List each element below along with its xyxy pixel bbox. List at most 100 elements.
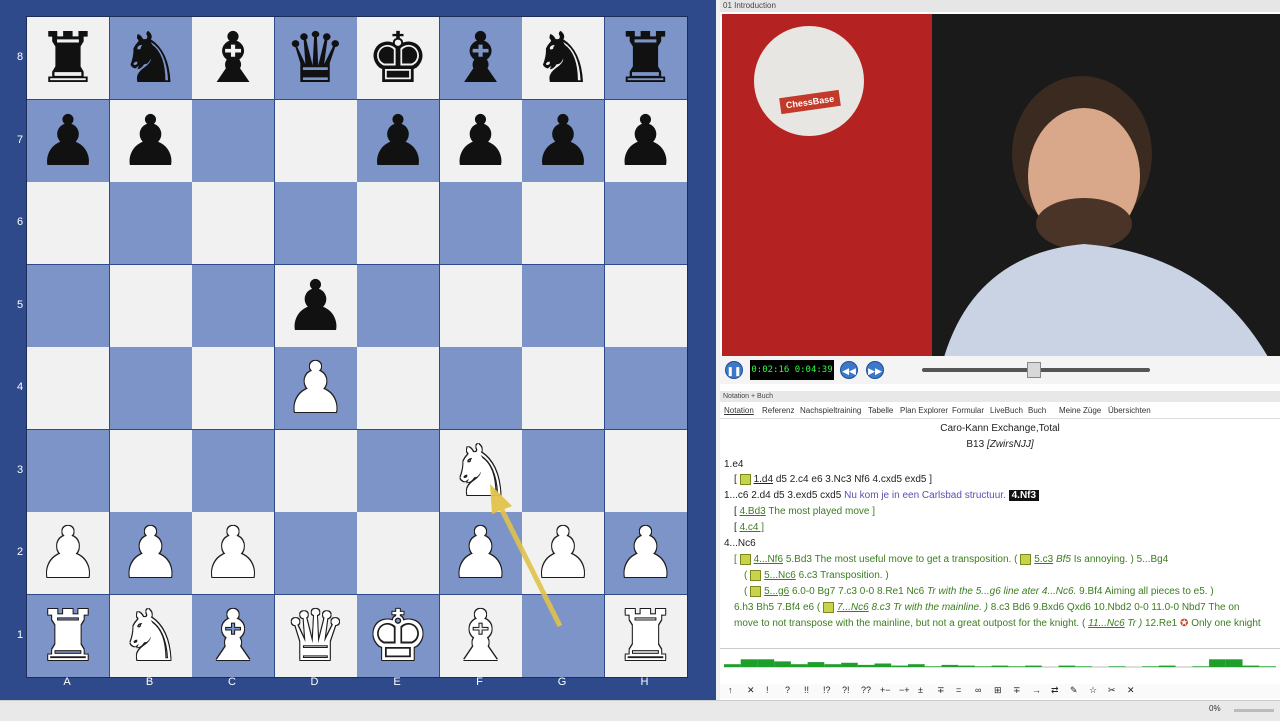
- move-text[interactable]: d5 2.c4 e6 3.Nc3 Nf6 4.cxd5 exd5 ]: [776, 474, 932, 485]
- white-rook-icon[interactable]: ♜: [614, 601, 677, 671]
- square-g4[interactable]: [522, 347, 604, 429]
- square-d3[interactable]: [274, 429, 357, 512]
- annotation-symbol-icon[interactable]: ?!: [842, 685, 850, 695]
- move-text[interactable]: 1.e4: [724, 459, 743, 470]
- annotation-symbol-icon[interactable]: ±: [918, 685, 923, 695]
- move-text[interactable]: 4.c4 ]: [740, 522, 764, 533]
- square-a8[interactable]: ♜: [27, 17, 109, 99]
- square-c2[interactable]: ♟: [192, 512, 274, 594]
- square-h8[interactable]: ♜: [604, 17, 687, 99]
- white-bishop-icon[interactable]: ♝: [202, 601, 265, 671]
- square-h4[interactable]: [604, 347, 687, 429]
- square-f6[interactable]: [439, 182, 522, 264]
- annotation-symbol-icon[interactable]: →: [1032, 685, 1041, 695]
- tab-buch[interactable]: Buch: [1028, 404, 1046, 418]
- black-pawn-icon[interactable]: ♟: [614, 106, 677, 176]
- chess-board[interactable]: ♜ ♞ ♝ ♛ ♚ ♝ ♞ ♜ ♟ ♟ ♟ ♟ ♟ ♟ ♟ ♟ ♞ ♟ ♟ ♟ ♟ ♟ ♟ ♜ ♞ ♝ ♛ ♚ ♝ ♜: [26, 16, 688, 678]
- square-c7[interactable]: [192, 99, 274, 182]
- square-h1[interactable]: ♜: [604, 594, 687, 677]
- black-pawn-icon[interactable]: ♟: [449, 106, 512, 176]
- move-text[interactable]: 1.d4: [754, 474, 773, 485]
- black-pawn-icon[interactable]: ♟: [532, 106, 595, 176]
- white-pawn-icon[interactable]: ♟: [37, 518, 100, 588]
- tab-formular[interactable]: Formular: [952, 404, 984, 418]
- white-pawn-icon[interactable]: ♟: [202, 518, 265, 588]
- square-f8[interactable]: ♝: [439, 17, 522, 99]
- square-b3[interactable]: [109, 429, 192, 512]
- black-rook-icon[interactable]: ♜: [614, 23, 677, 93]
- annotation-symbol-icon[interactable]: ∓: [1013, 685, 1021, 696]
- square-f1[interactable]: ♝: [439, 594, 522, 677]
- square-c1[interactable]: ♝: [192, 594, 274, 677]
- notation-view[interactable]: Caro-Kann Exchange,Total B13 [ZwirsNJJ] …: [720, 420, 1280, 650]
- square-b7[interactable]: ♟: [109, 99, 192, 182]
- square-d1[interactable]: ♛: [274, 594, 357, 677]
- square-a6[interactable]: [27, 182, 109, 264]
- square-e6[interactable]: [357, 182, 439, 264]
- zoom-slider[interactable]: [1234, 709, 1274, 712]
- square-b5[interactable]: [109, 264, 192, 347]
- annotation-symbol-icon[interactable]: ∓: [937, 685, 945, 696]
- square-g7[interactable]: ♟: [522, 99, 604, 182]
- square-g5[interactable]: [522, 264, 604, 347]
- annotation-symbol-icon[interactable]: ☆: [1089, 685, 1097, 696]
- square-g3[interactable]: [522, 429, 604, 512]
- move-text[interactable]: 12.Re1: [1145, 618, 1177, 629]
- white-rook-icon[interactable]: ♜: [37, 601, 100, 671]
- tab-referenz[interactable]: Referenz: [762, 404, 794, 418]
- square-a1[interactable]: ♜: [27, 594, 109, 677]
- square-e4[interactable]: [357, 347, 439, 429]
- forward-button[interactable]: ▶▶: [866, 361, 884, 379]
- move-text[interactable]: 5.Bd3: [786, 554, 812, 565]
- square-d6[interactable]: [274, 182, 357, 264]
- video-seek-thumb[interactable]: [1026, 362, 1041, 378]
- square-d7[interactable]: [274, 99, 357, 182]
- square-e2[interactable]: [357, 512, 439, 594]
- tab-livebuch[interactable]: LiveBuch: [990, 404, 1023, 418]
- white-king-icon[interactable]: ♚: [367, 601, 430, 671]
- black-king-icon[interactable]: ♚: [367, 23, 430, 93]
- pause-button[interactable]: ❚❚: [725, 361, 743, 379]
- move-text[interactable]: 5.c3: [1034, 554, 1053, 565]
- variation-marker-icon[interactable]: [750, 569, 762, 581]
- move-text[interactable]: 9.Bf4: [1079, 586, 1102, 597]
- square-c8[interactable]: ♝: [192, 17, 274, 99]
- annotation-symbol-icon[interactable]: !?: [823, 685, 831, 695]
- annotation-symbol-icon[interactable]: −+: [899, 685, 910, 695]
- square-h7[interactable]: ♟: [604, 99, 687, 182]
- square-d8[interactable]: ♛: [274, 17, 357, 99]
- white-pawn-icon[interactable]: ♟: [119, 518, 182, 588]
- square-a2[interactable]: ♟: [27, 512, 109, 594]
- tab-plan-explorer[interactable]: Plan Explorer: [900, 404, 948, 418]
- annotation-symbol-icon[interactable]: ✎: [1070, 685, 1078, 696]
- square-a7[interactable]: ♟: [27, 99, 109, 182]
- square-e3[interactable]: [357, 429, 439, 512]
- square-h3[interactable]: [604, 429, 687, 512]
- variation-marker-icon[interactable]: [1020, 553, 1032, 565]
- variation-marker-icon[interactable]: [739, 553, 751, 565]
- square-f3[interactable]: ♞: [439, 429, 522, 512]
- white-bishop-icon[interactable]: ♝: [449, 601, 512, 671]
- tab-notation[interactable]: Notation: [724, 404, 754, 418]
- variation-marker-icon[interactable]: [822, 601, 834, 613]
- move-text[interactable]: 7...Nc6: [837, 602, 869, 613]
- annotation-symbol-icon[interactable]: ⇄: [1051, 685, 1059, 696]
- square-h6[interactable]: [604, 182, 687, 264]
- move-text[interactable]: Tr ): [1127, 618, 1142, 629]
- white-queen-icon[interactable]: ♛: [284, 601, 347, 671]
- rewind-button[interactable]: ◀◀: [840, 361, 858, 379]
- black-pawn-icon[interactable]: ♟: [284, 271, 347, 341]
- annotation-symbol-icon[interactable]: !!: [804, 685, 809, 695]
- annotation-symbol-icon[interactable]: ??: [861, 685, 871, 695]
- black-pawn-icon[interactable]: ♟: [37, 106, 100, 176]
- white-knight-icon[interactable]: ♞: [449, 436, 512, 506]
- move-text[interactable]: Bf5: [1056, 554, 1071, 565]
- black-pawn-icon[interactable]: ♟: [119, 106, 182, 176]
- square-g8[interactable]: ♞: [522, 17, 604, 99]
- square-e8[interactable]: ♚: [357, 17, 439, 99]
- square-b6[interactable]: [109, 182, 192, 264]
- square-d5[interactable]: ♟: [274, 264, 357, 347]
- square-c6[interactable]: [192, 182, 274, 264]
- annotation-symbol-icon[interactable]: ✕: [1127, 685, 1135, 696]
- square-e1[interactable]: ♚: [357, 594, 439, 677]
